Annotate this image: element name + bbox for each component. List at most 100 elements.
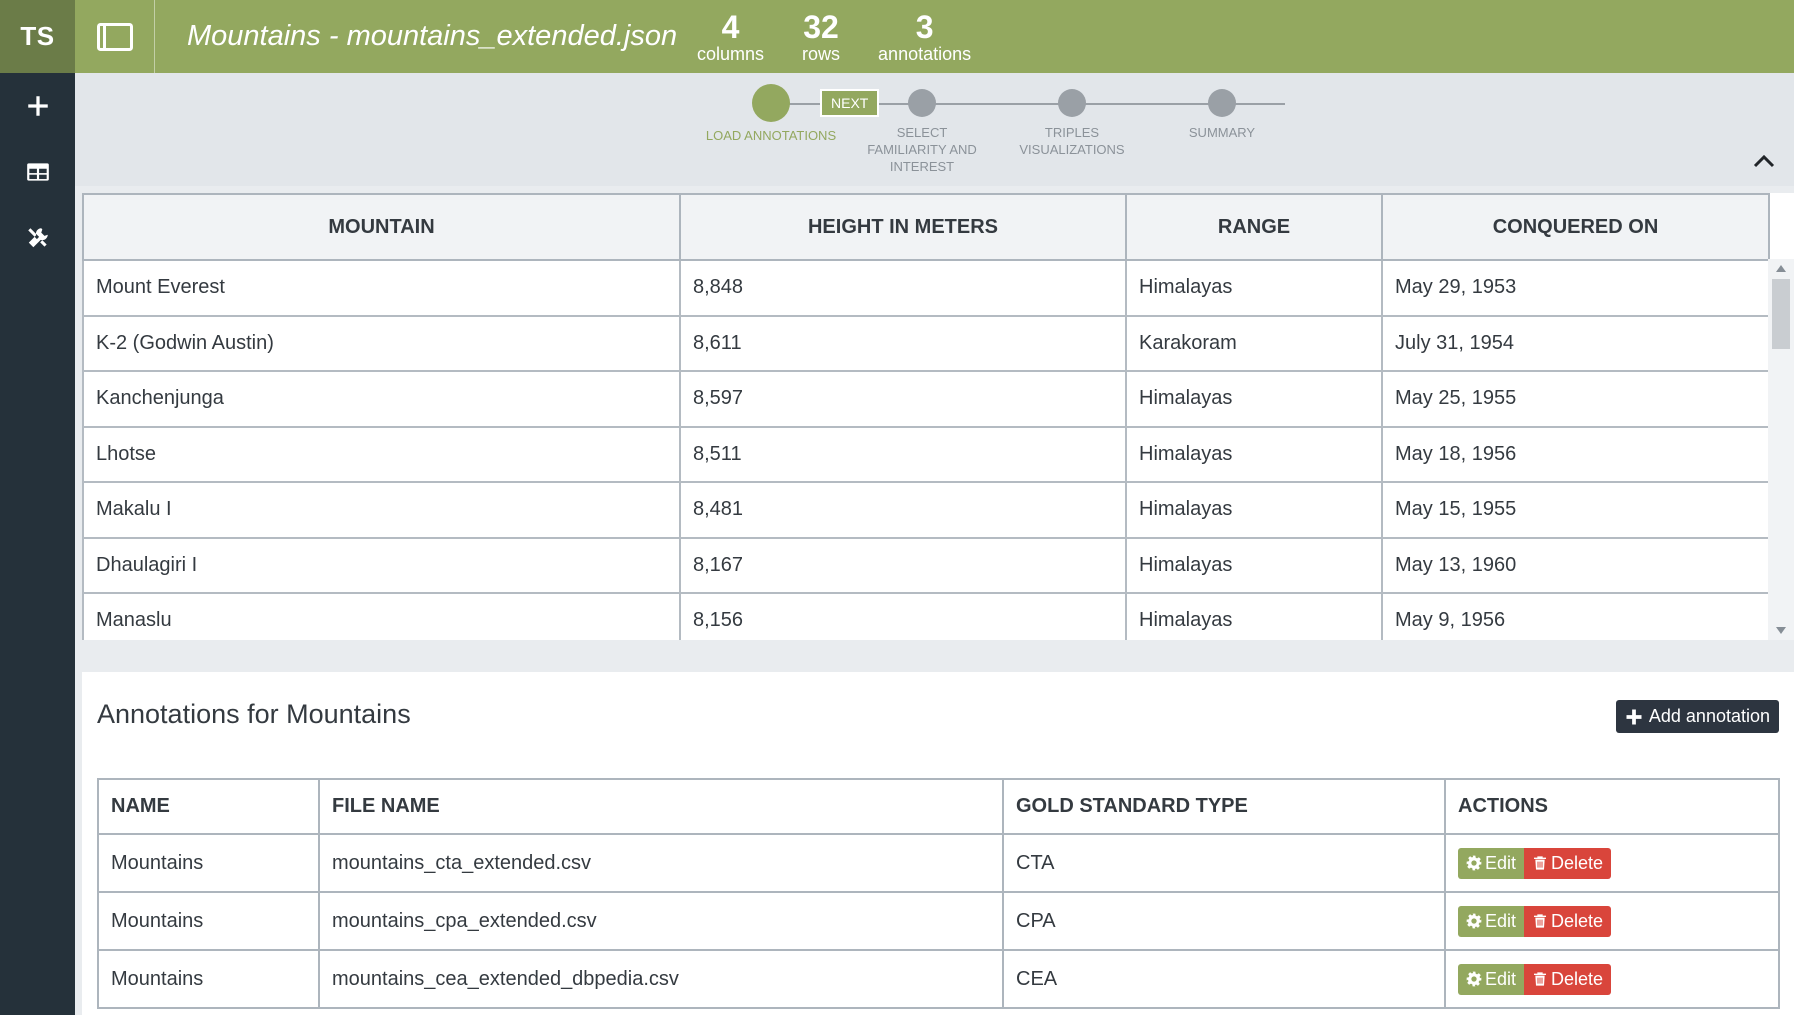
table-cell[interactable]: Himalayas	[1125, 592, 1383, 640]
step-dot-summary[interactable]	[1208, 89, 1236, 117]
annotation-actions: Edit Delete	[1444, 891, 1780, 951]
table-scrollbar[interactable]	[1768, 259, 1794, 640]
tools-icon	[27, 228, 48, 248]
annotations-table: NAME FILE NAME GOLD STANDARD TYPE ACTION…	[97, 778, 1780, 1009]
edit-button[interactable]: Edit	[1458, 847, 1525, 879]
column-header-height[interactable]: HEIGHT IN METERS	[679, 193, 1127, 261]
annotation-actions: Edit Delete	[1444, 949, 1780, 1009]
delete-label: Delete	[1551, 968, 1604, 989]
table-header-row: MOUNTAIN HEIGHT IN METERS RANGE CONQUERE…	[82, 193, 1770, 261]
trash-icon	[1534, 914, 1547, 928]
table-icon	[26, 163, 49, 181]
table-cell[interactable]: Karakoram	[1125, 314, 1383, 372]
table-cell[interactable]: 8,597	[679, 370, 1127, 428]
table-cell[interactable]: Himalayas	[1125, 481, 1383, 539]
table-row[interactable]: Dhaulagiri I 8,167 Himalayas May 13, 196…	[82, 536, 1770, 594]
column-header-file-name: FILE NAME	[318, 778, 1004, 835]
stat-value: 3	[915, 8, 934, 45]
delete-button[interactable]: Delete	[1524, 905, 1612, 937]
delete-button[interactable]: Delete	[1524, 847, 1612, 879]
table-row[interactable]: Kanchenjunga 8,597 Himalayas May 25, 195…	[82, 370, 1770, 428]
table-cell[interactable]: 8,511	[679, 425, 1127, 483]
table-cell[interactable]: May 13, 1960	[1381, 536, 1770, 594]
table-cell[interactable]: May 15, 1955	[1381, 481, 1770, 539]
table-cell[interactable]: 8,167	[679, 536, 1127, 594]
step-dot-load-annotations[interactable]	[752, 84, 790, 122]
delete-label: Delete	[1551, 910, 1604, 931]
sidebar-toggle-button[interactable]	[75, 0, 155, 73]
table-cell[interactable]: Makalu I	[82, 481, 681, 539]
annotation-file: mountains_cta_extended.csv	[318, 833, 1004, 893]
table-cell[interactable]: 8,611	[679, 314, 1127, 372]
delete-label: Delete	[1551, 852, 1604, 873]
table-row[interactable]: Mount Everest 8,848 Himalayas May 29, 19…	[82, 259, 1770, 317]
add-annotation-button[interactable]: Add annotation	[1615, 700, 1779, 733]
edit-label: Edit	[1485, 968, 1517, 989]
stat-value: 32	[803, 8, 839, 45]
stat-value: 4	[721, 8, 740, 45]
table-cell[interactable]: Kanchenjunga	[82, 370, 681, 428]
step-dot-select-familiarity[interactable]	[908, 89, 936, 117]
table-cell[interactable]: Manaslu	[82, 592, 681, 640]
table-cell[interactable]: 8,848	[679, 259, 1127, 317]
table-cell[interactable]: July 31, 1954	[1381, 314, 1770, 372]
action-buttons: Edit Delete	[1458, 963, 1612, 995]
progress-stepper: NEXT LOAD ANNOTATIONS SELECT FAMILIARITY…	[75, 73, 1794, 186]
table-cell[interactable]: 8,156	[679, 592, 1127, 640]
table-row[interactable]: Manaslu 8,156 Himalayas May 9, 1956	[82, 592, 1770, 640]
trash-icon	[1534, 856, 1547, 870]
collapse-button[interactable]	[1752, 151, 1776, 171]
column-header-conquered-on[interactable]: CONQUERED ON	[1381, 193, 1770, 261]
table-cell[interactable]: Mount Everest	[82, 259, 681, 317]
add-dataset-button[interactable]	[0, 73, 75, 139]
page-title: Mountains - mountains_extended.json	[187, 20, 678, 52]
table-cell[interactable]: Himalayas	[1125, 370, 1383, 428]
step-label-select-familiarity: SELECT FAMILIARITY AND INTEREST	[867, 125, 977, 174]
action-buttons: Edit Delete	[1458, 847, 1612, 879]
edit-button[interactable]: Edit	[1458, 963, 1525, 995]
stat-label: rows	[802, 43, 841, 64]
column-header-range[interactable]: RANGE	[1125, 193, 1383, 261]
tables-button[interactable]	[0, 139, 75, 205]
next-badge[interactable]: NEXT	[820, 89, 880, 117]
scroll-up-arrow[interactable]	[1776, 265, 1786, 272]
step-dot-triples-visualizations[interactable]	[1058, 89, 1086, 117]
plus-icon	[27, 96, 48, 116]
annotation-type: CPA	[1002, 891, 1446, 951]
table-cell[interactable]: Himalayas	[1125, 259, 1383, 317]
scroll-thumb[interactable]	[1772, 279, 1790, 349]
tools-button[interactable]	[0, 205, 75, 271]
table-cell[interactable]: Lhotse	[82, 425, 681, 483]
sidebar-toggle-icon	[96, 22, 133, 51]
table-cell[interactable]: May 9, 1956	[1381, 592, 1770, 640]
annotation-type: CTA	[1002, 833, 1446, 893]
stat-rows: 32 rows	[802, 11, 840, 63]
table-cell[interactable]: Himalayas	[1125, 536, 1383, 594]
table-row[interactable]: K-2 (Godwin Austin) 8,611 Karakoram July…	[82, 314, 1770, 372]
table-cell[interactable]: K-2 (Godwin Austin)	[82, 314, 681, 372]
table-cell[interactable]: May 29, 1953	[1381, 259, 1770, 317]
delete-button[interactable]: Delete	[1524, 963, 1612, 995]
table-row[interactable]: Lhotse 8,511 Himalayas May 18, 1956	[82, 425, 1770, 483]
app-logo[interactable]: TS	[0, 0, 75, 73]
step-label-summary: SUMMARY	[1188, 125, 1256, 140]
edit-button[interactable]: Edit	[1458, 905, 1525, 937]
table-cell[interactable]: 8,481	[679, 481, 1127, 539]
column-header-gold-standard-type: GOLD STANDARD TYPE	[1002, 778, 1446, 835]
table-cell[interactable]: May 25, 1955	[1381, 370, 1770, 428]
stat-label: annotations	[878, 43, 972, 64]
column-header-mountain[interactable]: MOUNTAIN	[82, 193, 681, 261]
gear-icon	[1466, 971, 1482, 987]
table-cell[interactable]: Himalayas	[1125, 425, 1383, 483]
table-row: Mountains mountains_cea_extended_dbpedia…	[97, 949, 1780, 1009]
plus-icon	[1626, 709, 1642, 724]
table-cell[interactable]: May 18, 1956	[1381, 425, 1770, 483]
table-row[interactable]: Makalu I 8,481 Himalayas May 15, 1955	[82, 481, 1770, 539]
table-row: Mountains mountains_cpa_extended.csv CPA…	[97, 891, 1780, 951]
annotation-file: mountains_cea_extended_dbpedia.csv	[318, 949, 1004, 1009]
table-cell[interactable]: Dhaulagiri I	[82, 536, 681, 594]
annotation-name: Mountains	[97, 891, 320, 951]
annotation-name: Mountains	[97, 949, 320, 1009]
add-annotation-label: Add annotation	[1648, 706, 1770, 726]
scroll-down-arrow[interactable]	[1776, 627, 1786, 634]
